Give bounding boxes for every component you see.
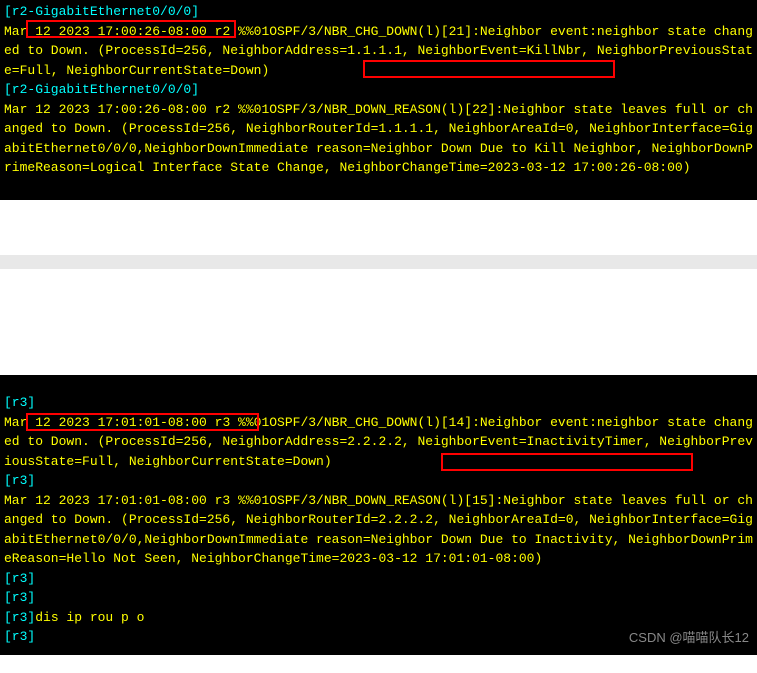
prompt-line: [r3] xyxy=(4,393,753,413)
prompt-line: [r3] xyxy=(4,471,753,491)
log-line: Mar 12 2023 17:01:01-08:00 r3 %%01OSPF/3… xyxy=(4,413,753,472)
log-line: Mar 12 2023 17:01:01-08:00 r3 %%01OSPF/3… xyxy=(4,491,753,569)
log-prefix: Mar xyxy=(4,24,27,39)
spacer-divider xyxy=(0,255,757,269)
terminal-output-r3: [r3] Mar 12 2023 17:01:01-08:00 r3 %%01O… xyxy=(0,375,757,655)
prompt-line: [r3] xyxy=(4,588,753,608)
log-prefix: Mar xyxy=(4,415,27,430)
log-line: Mar 12 2023 17:00:26-08:00 r2 %%01OSPF/3… xyxy=(4,100,753,178)
command-line[interactable]: [r3]dis ip rou p o xyxy=(4,608,753,628)
user-command: dis ip rou p o xyxy=(35,610,144,625)
spacer xyxy=(0,255,757,375)
timestamp-highlighted: 12 2023 17:01:01-08:00 xyxy=(27,415,214,430)
watermark-text: CSDN @喵喵队长12 xyxy=(629,628,749,648)
prompt-line: [r2-GigabitEthernet0/0/0] xyxy=(4,80,753,100)
prompt-line: [r3] xyxy=(4,569,753,589)
terminal-output-r2: [r2-GigabitEthernet0/0/0] Mar 12 2023 17… xyxy=(0,0,757,200)
state-highlighted: NeighborCurrentState=Down) xyxy=(129,454,332,469)
prompt: [r3] xyxy=(4,610,35,625)
state-highlighted: NeighborCurrentState=Down) xyxy=(66,63,269,78)
timestamp-highlighted: 12 2023 17:00:26-08:00 xyxy=(27,24,214,39)
log-line: Mar 12 2023 17:00:26-08:00 r2 %%01OSPF/3… xyxy=(4,22,753,81)
prompt-line: [r2-GigabitEthernet0/0/0] xyxy=(4,2,753,22)
